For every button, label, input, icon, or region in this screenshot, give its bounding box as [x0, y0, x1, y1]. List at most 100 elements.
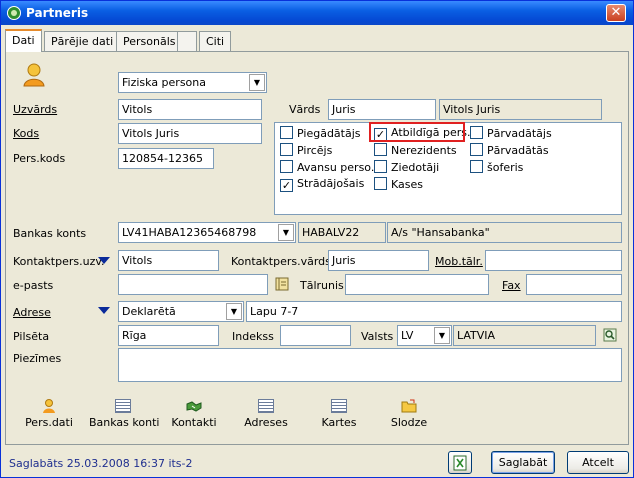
arrow-down-icon[interactable]: [98, 257, 110, 264]
checkbox-box[interactable]: [470, 160, 483, 173]
checkbox-nerezidents[interactable]: Nerezidents: [374, 143, 457, 157]
bank-account-select[interactable]: LV41HABA12365468798 ▼: [118, 222, 296, 243]
pers-dati-button[interactable]: Pers.dati: [23, 399, 75, 429]
epasts-input[interactable]: [118, 274, 268, 295]
checkbox-pircejs[interactable]: Pircējs: [280, 143, 332, 157]
checkbox-box[interactable]: [374, 177, 387, 190]
mob-input[interactable]: [485, 250, 622, 271]
talrunis-label: Tālrunis: [300, 279, 344, 292]
kontaktpers-uzv-label: Kontaktpers.uzv.: [13, 255, 105, 268]
toolbar-label: Kontakti: [171, 416, 217, 429]
kontaktpers-vards-label: Kontaktpers.vārds: [231, 255, 331, 268]
indekss-input[interactable]: [280, 325, 351, 346]
list-icon: [331, 399, 347, 413]
handshake-icon: [186, 401, 202, 412]
tab-dati[interactable]: Dati: [5, 29, 42, 52]
fax-label: Fax: [502, 279, 521, 292]
person-icon: [23, 63, 45, 87]
highlight-box: [369, 122, 465, 142]
save-button[interactable]: Saglabāt: [491, 451, 555, 474]
talrunis-input[interactable]: [345, 274, 489, 295]
close-button[interactable]: ✕: [606, 4, 626, 22]
search-icon[interactable]: [603, 328, 617, 342]
list-icon: [115, 399, 131, 413]
checkbox-kases[interactable]: Kases: [374, 177, 423, 191]
country-code-value: LV: [401, 329, 414, 342]
toolbar-label: Pers.dati: [25, 416, 73, 429]
chevron-down-icon[interactable]: ▼: [434, 327, 450, 344]
pilseta-input[interactable]: Rīga: [118, 325, 219, 346]
checkbox-box[interactable]: [374, 160, 387, 173]
country-name-display: LATVIA: [453, 325, 596, 346]
piezimes-textarea[interactable]: [118, 348, 622, 382]
tab-citi[interactable]: Citi: [199, 31, 232, 51]
checkbox-box[interactable]: [470, 126, 483, 139]
address-type-value: Deklarētā: [122, 305, 176, 318]
mob-label: Mob.tālr.: [435, 255, 483, 268]
checkbox-label: Ziedotāji: [391, 161, 440, 174]
adrese-label: Adrese: [13, 306, 51, 319]
chevron-down-icon[interactable]: ▼: [249, 74, 265, 91]
kods-input[interactable]: Vitols Juris: [118, 123, 262, 144]
vards-input[interactable]: Juris: [328, 99, 436, 120]
person-icon: [43, 399, 55, 413]
perskods-label: Pers.kods: [13, 152, 66, 165]
checkbox-box[interactable]: [280, 160, 293, 173]
address-input[interactable]: Lapu 7-7: [246, 301, 622, 322]
bank-name-display: A/s "Hansabanka": [387, 222, 622, 243]
title-bar[interactable]: Partneris ✕: [1, 1, 633, 25]
kontaktpers-vards-input[interactable]: Juris: [328, 250, 429, 271]
checkbox-box[interactable]: [374, 143, 387, 156]
address-type-select[interactable]: Deklarētā ▼: [118, 301, 244, 322]
person-type-select[interactable]: Fiziska persona ▼: [118, 72, 267, 93]
folder-icon: [401, 399, 417, 413]
kods-label: Kods: [13, 127, 40, 140]
checkbox-ziedotaji[interactable]: Ziedotāji: [374, 160, 439, 174]
full-name-display: Vitols Juris: [439, 99, 602, 120]
checkbox-box[interactable]: [280, 126, 293, 139]
adreses-button[interactable]: Adreses: [241, 399, 291, 429]
arrow-down-icon[interactable]: [98, 307, 110, 314]
excel-export-button[interactable]: [448, 451, 472, 474]
checkbox-label: Avansu perso...: [297, 161, 382, 174]
checkbox-stradajosais[interactable]: ✓ Strādājošais: [280, 177, 364, 192]
checkbox-parvadatajs[interactable]: Pārvadātājs: [470, 126, 552, 140]
bank-code-display: HABALV22: [298, 222, 386, 243]
kontaktpers-uzv-input[interactable]: Vitols: [118, 250, 219, 271]
window-title: Partneris: [26, 6, 89, 20]
person-type-value: Fiziska persona: [122, 76, 207, 89]
bankas-konti-button[interactable]: Bankas konti: [89, 399, 159, 429]
tab-parejie-dati[interactable]: Pārējie dati: [44, 31, 121, 51]
checkbox-label: šoferis: [487, 161, 524, 174]
checkbox-parvadatas[interactable]: Pārvadātās: [470, 143, 549, 157]
perskods-input[interactable]: 120854-12365: [118, 148, 214, 169]
tab-empty[interactable]: [177, 31, 197, 51]
checkbox-label: Nerezidents: [391, 144, 457, 157]
checkbox-box[interactable]: [280, 143, 293, 156]
checkbox-avansu-perso[interactable]: Avansu perso...: [280, 160, 381, 174]
fax-input[interactable]: [526, 274, 622, 295]
indekss-label: Indekss: [232, 330, 274, 343]
kartes-button[interactable]: Kartes: [317, 399, 361, 429]
save-status: Saglabāts 25.03.2008 16:37 its-2: [9, 457, 193, 470]
toolbar-label: Slodze: [390, 416, 428, 429]
checkmark-icon[interactable]: ✓: [280, 179, 293, 192]
checkbox-soferis[interactable]: šoferis: [470, 160, 523, 174]
chevron-down-icon[interactable]: ▼: [278, 224, 294, 241]
address-book-icon[interactable]: [275, 277, 289, 291]
checkbox-box[interactable]: [470, 143, 483, 156]
bankas-konts-label: Bankas konts: [13, 227, 87, 240]
tab-personals[interactable]: Personāls: [116, 31, 183, 51]
checkbox-piegadatajs[interactable]: Piegādātājs: [280, 126, 361, 140]
checkbox-label: Pārvadātājs: [487, 127, 552, 140]
checkbox-label: Strādājošais: [297, 177, 365, 190]
uzvards-input[interactable]: Vitols: [118, 99, 262, 120]
chevron-down-icon[interactable]: ▼: [226, 303, 242, 320]
pilseta-label: Pilsēta: [13, 330, 50, 343]
epasts-label: e-pasts: [13, 279, 54, 292]
cancel-button[interactable]: Atcelt: [567, 451, 629, 474]
country-select[interactable]: LV ▼: [397, 325, 452, 346]
kontakti-button[interactable]: Kontakti: [169, 399, 219, 429]
toolbar-label: Kartes: [321, 416, 357, 429]
slodze-button[interactable]: Slodze: [383, 399, 435, 429]
